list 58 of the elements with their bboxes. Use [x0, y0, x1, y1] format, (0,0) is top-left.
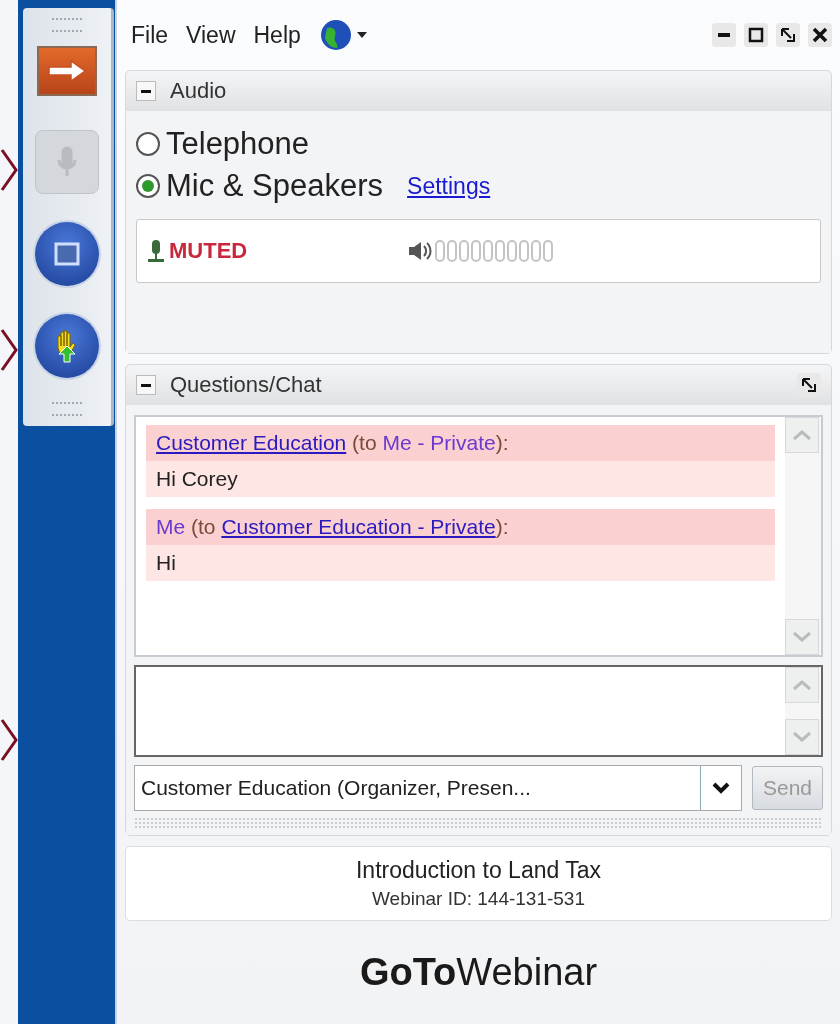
show-panel-button[interactable] — [37, 46, 97, 96]
message-header-text: ): — [495, 431, 509, 454]
grip-handle[interactable] — [52, 402, 82, 416]
radio-button[interactable] — [136, 132, 160, 156]
globe-icon — [318, 18, 353, 52]
minimize-icon — [718, 33, 730, 37]
collapse-button[interactable] — [136, 375, 156, 395]
maximize-icon — [747, 26, 765, 44]
chevron-icon — [0, 718, 18, 762]
panel-title: Questions/Chat — [170, 372, 322, 398]
collapse-button[interactable] — [136, 81, 156, 101]
microphone-icon — [147, 239, 165, 263]
pop-out-button[interactable] — [797, 373, 821, 397]
chevron-down-icon — [792, 631, 812, 643]
raise-hand-button[interactable] — [35, 314, 99, 378]
language-dropdown[interactable] — [318, 18, 367, 52]
menu-item[interactable]: View — [186, 21, 236, 49]
speaker-icon — [407, 240, 434, 262]
minimize-button[interactable] — [712, 23, 736, 47]
chevron-up-icon — [792, 679, 812, 691]
maximize-button[interactable] — [744, 23, 768, 47]
message-header-text: (to — [190, 515, 217, 538]
arrow-icon — [47, 59, 87, 83]
pop-out-icon — [779, 26, 797, 44]
close-button[interactable] — [808, 23, 832, 47]
brand-logo: GoToWebinar — [359, 951, 598, 994]
webinar-id: Webinar ID: 144-131-531 — [372, 888, 585, 910]
chevron-down-icon — [711, 782, 730, 794]
grip-handle[interactable] — [52, 18, 82, 32]
message-header-text: ): — [495, 515, 509, 538]
radio-button[interactable] — [136, 174, 160, 198]
recipient-dropdown[interactable]: Customer Education (Organizer, Presen... — [134, 765, 742, 811]
caret-icon — [356, 32, 367, 38]
restore-button[interactable] — [776, 23, 800, 47]
radio-option[interactable]: Telephone — [136, 123, 310, 165]
message-text: Hi — [155, 550, 177, 576]
participant-name: Me - Private — [382, 431, 496, 454]
settings-link[interactable]: Settings — [407, 172, 491, 200]
message-header-text: (to — [351, 431, 378, 454]
microphone-icon — [57, 146, 77, 178]
participant-name: Me — [156, 515, 186, 538]
chevron-icon — [0, 148, 18, 192]
chevron-up-icon — [792, 429, 812, 441]
close-icon — [811, 26, 829, 44]
sender-link[interactable]: Customer Education - Private — [221, 515, 496, 538]
radio-option[interactable]: Mic & Speakers — [136, 165, 384, 207]
pop-out-icon — [800, 376, 818, 394]
menu-item[interactable]: File — [131, 21, 169, 49]
webinar-title: Introduction to Land Tax — [355, 857, 602, 884]
panel-title: Audio — [170, 78, 227, 104]
muted-status: MUTED — [169, 238, 248, 264]
chevron-icon — [0, 328, 18, 372]
sender-link[interactable]: Customer Education — [156, 431, 347, 454]
chevron-down-icon — [792, 731, 812, 743]
screen-icon — [54, 242, 80, 266]
menu-item[interactable]: Help — [253, 21, 301, 49]
message-text: Hi Corey — [155, 466, 239, 492]
screen-button[interactable] — [35, 222, 99, 286]
